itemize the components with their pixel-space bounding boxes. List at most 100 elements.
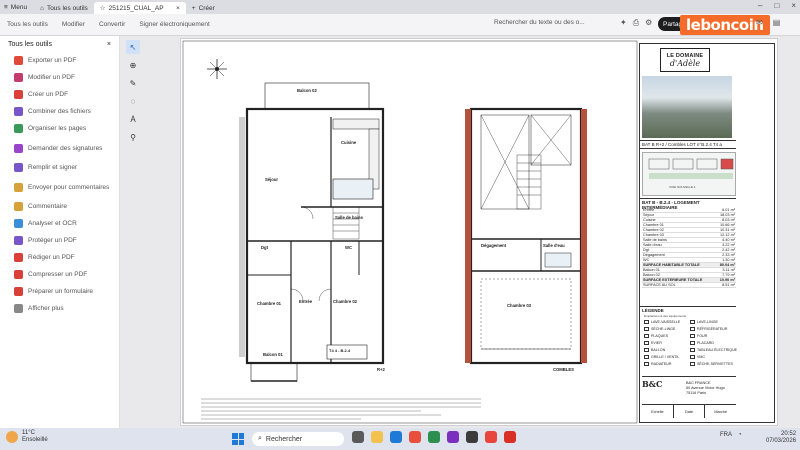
- text-tool-icon[interactable]: Ȧ: [126, 112, 140, 126]
- title-block: LE DOMAINE d'Adèle BAT B R+2 / Combles L…: [639, 43, 775, 423]
- panel-title: Tous les outils: [8, 40, 52, 48]
- select-tool-icon[interactable]: ↖: [126, 40, 140, 54]
- toolbar-convert[interactable]: Convertir: [92, 21, 132, 28]
- tray-lang[interactable]: FRA: [720, 432, 732, 438]
- teams-icon[interactable]: [447, 431, 459, 443]
- room-sejour: Séjour: [265, 177, 279, 182]
- tool-icon: [14, 270, 23, 279]
- tool-label: Combiner des fichiers: [28, 108, 91, 115]
- window-controls: – □ ×: [758, 1, 796, 10]
- notes-lines: [201, 398, 481, 420]
- surface-value: 4.40 m²: [722, 238, 735, 242]
- room-balcon-02: Balcon 02: [297, 88, 317, 93]
- tool-icon: [14, 202, 23, 211]
- building-render: [642, 76, 732, 138]
- legende-item: TABLEAU ÉLECTRIQUE: [690, 348, 737, 352]
- legende-item: RÉFRIGÉRATEUR: [690, 327, 727, 331]
- edge-icon[interactable]: [390, 431, 402, 443]
- minimize-icon[interactable]: –: [758, 1, 762, 10]
- tab-create-label: Créer: [198, 4, 215, 12]
- tool-row[interactable]: Afficher plus: [0, 300, 119, 317]
- task-view-icon[interactable]: [352, 431, 364, 443]
- settings-icon[interactable]: ⚙: [645, 18, 652, 28]
- domaine-logo: LE DOMAINE d'Adèle: [660, 48, 710, 72]
- surface-value: 3.22 m²: [722, 243, 735, 247]
- legende-item: RADIATEUR: [644, 362, 672, 366]
- toolbar-all-tools[interactable]: Tous les outils: [0, 21, 55, 28]
- surface-value: 3.11 m²: [722, 268, 735, 272]
- windows-start-icon[interactable]: [232, 433, 244, 445]
- pen-tool-icon[interactable]: ✎: [126, 76, 140, 90]
- room-wc: WC: [345, 245, 352, 250]
- surfaces-table: Entrée 6.01 m² Séjour 18.03 m² Cuisine 8.03 m…: [642, 208, 736, 288]
- legend-symbol-icon: [644, 334, 649, 338]
- stamp-tool-icon[interactable]: ⚲: [126, 130, 140, 144]
- tool-row[interactable]: Rédiger un PDF: [0, 249, 119, 266]
- maximize-icon[interactable]: □: [774, 1, 779, 10]
- surface-value: 7.79 m²: [722, 273, 735, 277]
- tool-row[interactable]: Analyser et OCR: [0, 215, 119, 232]
- legende-label: BALLON: [651, 348, 666, 352]
- search-input[interactable]: Rechercher du texte ou des o...: [494, 19, 618, 31]
- tool-label: Afficher plus: [28, 305, 64, 312]
- company-block: B&C B&C FRANCE 50 Avenue Victor Hugo 751…: [642, 376, 736, 395]
- tab-document[interactable]: ☆ 251215_CUAL_AP ×: [93, 2, 186, 14]
- legende-label: FOUR: [697, 334, 708, 338]
- room-balcon-01: Balcon 01: [263, 352, 283, 357]
- tool-row[interactable]: Exporter un PDF: [0, 52, 119, 69]
- chat-icon[interactable]: ✉: [756, 18, 763, 27]
- excel-icon[interactable]: [428, 431, 440, 443]
- zoom-tool-icon[interactable]: ⊕: [126, 58, 140, 72]
- tab-create[interactable]: + Créer: [186, 2, 226, 14]
- tool-row[interactable]: Protéger un PDF: [0, 232, 119, 249]
- menu-button[interactable]: ≡ Menu: [0, 0, 34, 14]
- legend-symbol-icon: [690, 348, 695, 352]
- chrome-icon[interactable]: [409, 431, 421, 443]
- tool-row[interactable]: Envoyer pour commentaires: [0, 176, 119, 198]
- tool-row[interactable]: Remplir et signer: [0, 159, 119, 176]
- legend-symbol-icon: [690, 355, 695, 359]
- print-icon[interactable]: ⎙: [633, 18, 639, 28]
- company-info: B&C FRANCE 50 Avenue Victor Hugo 75116 P…: [686, 381, 725, 396]
- close-panel-icon[interactable]: ×: [107, 41, 111, 48]
- surface-value: 8.03 m²: [722, 218, 735, 222]
- pages-icon[interactable]: ▤: [773, 18, 781, 27]
- wifi-icon[interactable]: ◔: [738, 432, 742, 438]
- lot-label: T4 4 - B.2.4: [329, 348, 351, 353]
- taskbar-clock[interactable]: 20:52 07/03/2026: [766, 431, 796, 445]
- toolbar-sign[interactable]: Signer électroniquement: [132, 21, 216, 28]
- tool-icon: [14, 287, 23, 296]
- taskbar-search[interactable]: ⌕ Rechercher: [252, 432, 344, 446]
- footer-scale: Echelle: [642, 405, 674, 418]
- weather-widget[interactable]: 11°C Ensoleillé: [6, 430, 48, 444]
- store-icon[interactable]: [466, 431, 478, 443]
- tool-row[interactable]: Compresser un PDF: [0, 266, 119, 283]
- compass-icon: [207, 59, 227, 79]
- tool-row[interactable]: Commentaire: [0, 198, 119, 215]
- tool-row[interactable]: Créer un PDF: [0, 86, 119, 103]
- legende-label: RÉFRIGÉRATEUR: [697, 327, 728, 331]
- file-explorer-icon[interactable]: [371, 431, 383, 443]
- legende-item: BALLON: [644, 348, 665, 352]
- room-chambre-02: Chambre 02: [333, 299, 357, 304]
- document-area[interactable]: Balcon 02 Séjour Cuisine Salle de bains …: [146, 36, 792, 428]
- plus-icon: +: [191, 4, 196, 12]
- tool-row[interactable]: Demander des signatures: [0, 137, 119, 159]
- tool-row[interactable]: Modifier un PDF: [0, 69, 119, 86]
- tool-row[interactable]: Organiser les pages: [0, 120, 119, 137]
- tool-row[interactable]: Combiner des fichiers: [0, 103, 119, 120]
- legende-item: FOUR: [690, 334, 707, 338]
- surface-value: 80.04 m²: [719, 263, 735, 267]
- close-window-icon[interactable]: ×: [791, 1, 796, 10]
- legende-item: LAVE-LINGE: [690, 320, 718, 324]
- close-icon[interactable]: ×: [176, 5, 180, 12]
- legend-symbol-icon: [690, 334, 695, 338]
- tool-row[interactable]: Préparer un formulaire: [0, 283, 119, 300]
- toolbar-edit[interactable]: Modifier: [55, 21, 92, 28]
- ai-assistant-icon[interactable]: ✦: [620, 18, 627, 28]
- tab-home[interactable]: ⌂ Tous les outils: [34, 2, 94, 14]
- lasso-tool-icon[interactable]: ◌: [126, 94, 140, 108]
- acrobat-icon[interactable]: [504, 431, 516, 443]
- legende-item: SÈCHE-SERVIETTES: [690, 362, 733, 366]
- gmail-icon[interactable]: [485, 431, 497, 443]
